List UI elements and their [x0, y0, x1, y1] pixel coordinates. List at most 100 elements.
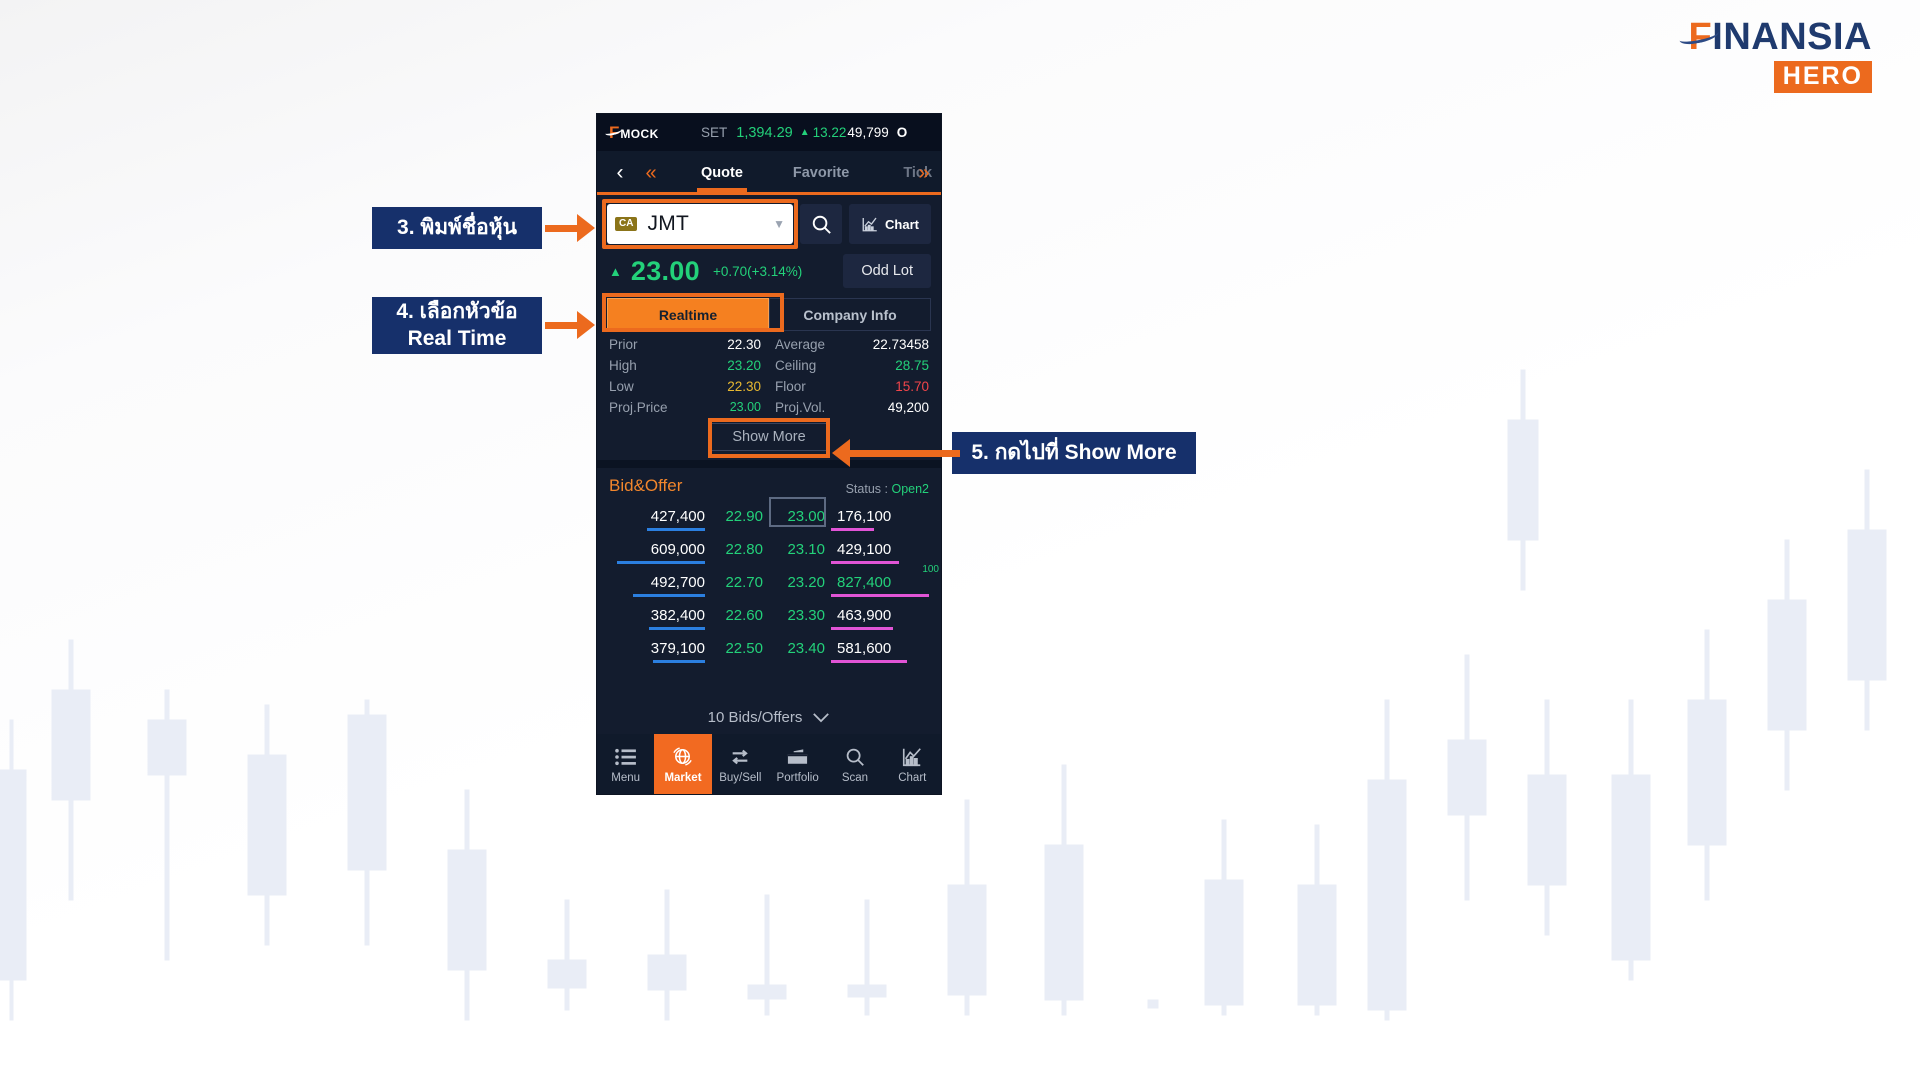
stat-label: Average: [775, 337, 826, 352]
show-more-button[interactable]: Show More: [709, 423, 829, 451]
stat-label: Ceiling: [775, 358, 817, 373]
nav-label: Portfolio: [776, 771, 819, 784]
nav-label: Menu: [611, 771, 641, 784]
table-row[interactable]: 382,400 22.60 23.30 463,900: [609, 599, 929, 632]
offer-volume: 463,900: [837, 607, 892, 624]
nav-item-market[interactable]: Market: [654, 734, 712, 794]
price-row: ▲ 23.00 +0.70(+3.14%) Odd Lot: [597, 244, 941, 294]
bid-volume: 609,000: [650, 541, 705, 558]
nav-item-portfolio[interactable]: Portfolio: [769, 734, 826, 794]
last-price-highlight-box: [769, 497, 826, 527]
brand-mock-label: MOCK: [620, 127, 659, 141]
status-value: Open2: [891, 482, 929, 496]
bid-volume: 382,400: [650, 607, 705, 624]
offer-volume: 176,100: [837, 508, 892, 525]
bid-depth-bar: [649, 627, 705, 630]
tab-favorite[interactable]: Favorite: [787, 151, 855, 195]
table-row: Prior 22.30 Average 22.73458: [609, 334, 929, 355]
symbol-input-value: JMT: [647, 212, 690, 235]
bid-offer-title: Bid&Offer: [609, 476, 683, 495]
realtime-stats-table: Prior 22.30 Average 22.73458 High 23.20 …: [597, 331, 941, 458]
depth-scale-label: 100: [922, 564, 939, 575]
table-row: Low 22.30 Floor 15.70: [609, 376, 929, 397]
nav-item-scan[interactable]: Scan: [826, 734, 883, 794]
stat-value: 15.70: [895, 379, 929, 394]
ca-badge: CA: [615, 217, 638, 231]
tab-list: Quote Favorite Tick: [667, 151, 933, 195]
offer-depth-bar: [831, 627, 893, 630]
arrow-step-5: [832, 439, 960, 467]
chart-icon: [862, 217, 877, 232]
chart-icon: [901, 745, 923, 769]
bid-price: 22.50: [725, 640, 763, 657]
search-button[interactable]: [800, 204, 843, 244]
bid-price: 22.90: [725, 508, 763, 525]
logo-hero-badge: HERO: [1773, 61, 1872, 93]
offer-depth-bar: [831, 561, 899, 564]
callout-step-4: 4. เลือกหัวข้อ Real Time: [372, 297, 542, 354]
nav-label: Scan: [841, 771, 869, 784]
table-row[interactable]: 609,000 22.80 23.10 429,100: [609, 533, 929, 566]
bid-volume: 379,100: [650, 640, 705, 657]
offer-price: 23.40: [787, 640, 825, 657]
symbol-input[interactable]: CA JMT ▼: [607, 204, 794, 244]
bids-offers-toggle[interactable]: 10 Bids/Offers: [597, 700, 941, 734]
bid-volume: 492,700: [650, 574, 705, 591]
stat-label: Low: [609, 379, 634, 394]
callout-step-3-text: 3. พิมพ์ชื่อหุ้น: [397, 215, 517, 239]
finansia-hero-logo: FINANSIA HERO: [1677, 18, 1872, 93]
odd-lot-button[interactable]: Odd Lot: [843, 254, 931, 288]
bid-depth-bar: [653, 660, 705, 663]
back-chevron-icon[interactable]: ‹: [605, 161, 635, 185]
list-icon: [614, 745, 637, 769]
offer-price: 23.20: [787, 574, 825, 591]
index-label: SET: [701, 125, 728, 140]
bid-offer-status: Status : Open2: [846, 482, 929, 496]
background-candlestick-chart: [0, 0, 1920, 1080]
table-row[interactable]: 492,700 22.70 23.20 827,400: [609, 566, 929, 599]
stat-label: Prior: [609, 337, 638, 352]
symbol-search-row: CA JMT ▼ Chart: [597, 195, 941, 249]
next-double-chevron-icon[interactable]: »: [911, 162, 937, 185]
offer-price: 23.10: [787, 541, 825, 558]
index-change: 13.22: [812, 125, 847, 140]
quote-tabbar: ‹ « Quote Favorite Tick »: [597, 151, 941, 195]
search-icon: [844, 745, 866, 769]
arrow-step-4: [545, 311, 595, 339]
nav-item-menu[interactable]: Menu: [597, 734, 654, 794]
last-price: 23.00: [630, 255, 700, 286]
search-icon: [812, 215, 831, 234]
chevron-down-icon: [813, 712, 830, 722]
tab-realtime[interactable]: Realtime: [607, 298, 769, 331]
prev-double-chevron-icon[interactable]: «: [635, 162, 667, 185]
price-change: +0.70(+3.14%): [712, 263, 803, 279]
nav-item-chart[interactable]: Chart: [884, 734, 941, 794]
tab-company-info[interactable]: Company Info: [769, 298, 931, 331]
offer-volume: 429,100: [837, 541, 892, 558]
offer-volume: 827,400: [837, 574, 892, 591]
tab-quote[interactable]: Quote: [695, 151, 749, 195]
nav-item-buy-sell[interactable]: Buy/Sell: [712, 734, 769, 794]
bottom-navigation: Menu Market Buy/Sell Portfolio Scan Char…: [597, 734, 941, 794]
stat-value: 23.00: [729, 400, 761, 414]
chevron-down-icon[interactable]: ▼: [773, 217, 785, 231]
bid-depth-bar: [633, 594, 705, 597]
tabbar-accent-line: [597, 192, 941, 195]
table-row[interactable]: 427,400 22.90 23.00 176,100: [609, 497, 929, 533]
arrow-step-3: [545, 214, 595, 242]
offer-depth-bar: [831, 594, 929, 597]
index-value: 1,394.29: [736, 124, 793, 141]
bid-price: 22.80: [725, 541, 763, 558]
index-volume: 49,799: [847, 125, 889, 140]
bid-price: 22.60: [725, 607, 763, 624]
offer-depth-bar: [831, 528, 874, 531]
index-up-arrow-icon: ▲: [799, 127, 810, 138]
app-brand: F MOCK: [604, 124, 701, 141]
table-row[interactable]: 379,100 22.50 23.40 581,600: [609, 632, 929, 665]
chart-button[interactable]: Chart: [849, 204, 931, 244]
table-row: Proj.Price 23.00 Proj.Vol. 49,200: [609, 397, 929, 418]
briefcase-icon: [786, 745, 809, 769]
status-label: Status :: [845, 482, 888, 496]
offer-price: 23.30: [787, 607, 825, 624]
bid-offer-section: Bid&Offer Status : Open2 427,400 22.90 2…: [597, 468, 941, 665]
